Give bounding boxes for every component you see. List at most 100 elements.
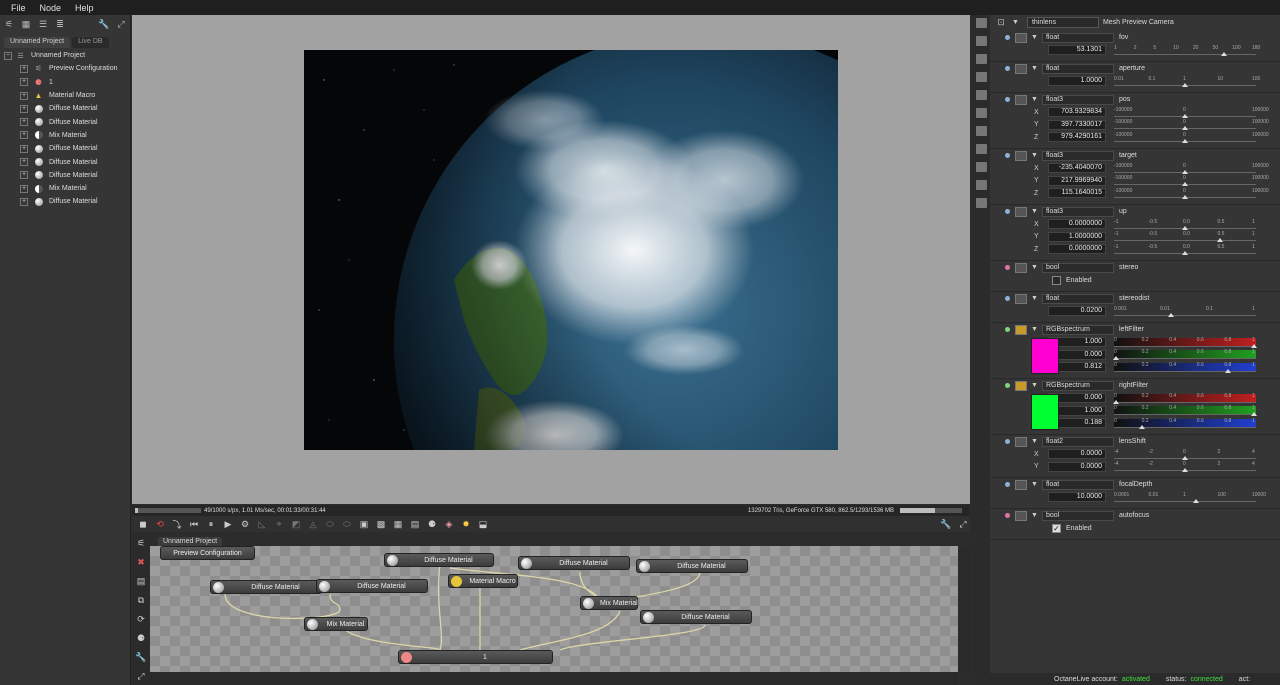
menu-node[interactable]: Node [33, 3, 69, 13]
node-preview-configuration[interactable]: Preview Configuration [160, 546, 255, 560]
reset-icon[interactable]: ⤵ [170, 518, 184, 530]
tree-item[interactable]: + ▲ Material Macro [4, 89, 130, 102]
expand-icon[interactable]: + [20, 171, 28, 180]
node-diffuse-material-6[interactable]: Diffuse Material [640, 610, 752, 624]
type-select[interactable]: float [1041, 293, 1114, 304]
slider-thumb[interactable] [1182, 194, 1188, 199]
value-field[interactable]: 0.0000 [1048, 461, 1106, 472]
light-icon[interactable]: ✸ [459, 518, 473, 530]
value-field[interactable]: 10.0000 [1048, 492, 1106, 503]
collapse-triangle-icon[interactable]: ▼ [1031, 96, 1038, 103]
slider-thumb[interactable] [1220, 51, 1227, 56]
collapse-triangle-icon[interactable]: ▼ [1031, 326, 1038, 333]
nodegraph-expand-icon[interactable]: ⤢ [134, 670, 148, 682]
node-diffuse-material-4[interactable]: Diffuse Material [210, 580, 322, 594]
value-slider[interactable]: 0.01 0.1 1 10 100 [1114, 76, 1260, 87]
type-select[interactable]: float [1041, 63, 1114, 74]
pin-dot[interactable] [1005, 35, 1010, 40]
value-slider[interactable]: -1 -0.5 0.0 0.5 1 [1114, 244, 1256, 255]
menu-help[interactable]: Help [68, 3, 101, 13]
collapse-icon[interactable]: − [4, 51, 12, 60]
collapse-triangle-icon[interactable]: ▼ [1031, 512, 1038, 519]
value-field[interactable]: 0.0000000 [1048, 244, 1106, 255]
slider-thumb[interactable] [1182, 82, 1188, 87]
tab-unnamed-project[interactable]: Unnamed Project [4, 37, 71, 48]
slider-thumb[interactable] [1182, 169, 1188, 174]
list-icon[interactable] [975, 54, 987, 64]
pin-dot[interactable] [1005, 265, 1010, 270]
value-slider[interactable]: -100000 0 100000 [1114, 175, 1269, 187]
slider-thumb[interactable] [1138, 424, 1145, 429]
slider-thumb[interactable] [1216, 238, 1223, 243]
slider-thumb[interactable] [1182, 126, 1188, 131]
settings-icon[interactable]: ⚙ [238, 518, 252, 530]
expand-icon[interactable]: + [20, 104, 28, 113]
expand-icon[interactable]: ⤢ [114, 18, 128, 30]
delete-node-icon[interactable]: ✖ [134, 556, 148, 568]
color-swatch[interactable] [1031, 394, 1059, 430]
node-type-icon[interactable] [1015, 436, 1027, 447]
node-type-icon[interactable] [1015, 150, 1027, 161]
node-type-icon[interactable] [1015, 63, 1027, 74]
curve-icon[interactable] [975, 90, 987, 100]
camera-node-icon[interactable]: ⚈ [134, 632, 148, 644]
value-field[interactable]: 115.1640015 [1048, 188, 1106, 199]
node-type-icon[interactable] [1015, 206, 1027, 217]
nodegraph-vertical-scrollbar[interactable] [958, 548, 970, 672]
value-field[interactable]: 703.9329834 [1048, 107, 1106, 118]
wb-icon[interactable]: ◬ [306, 518, 320, 530]
collapse-triangle-icon[interactable]: ▼ [1031, 65, 1038, 72]
channel-slider[interactable]: 0 0.2 0.4 0.6 0.8 1 [1113, 349, 1256, 361]
value-slider[interactable]: -100000 0 100000 [1114, 188, 1269, 199]
type-select[interactable]: RGBspectrum [1041, 324, 1114, 335]
node-diffuse-material-5[interactable]: Diffuse Material [316, 579, 428, 593]
pin-icon[interactable]: ⊡ [994, 16, 1008, 28]
value-slider[interactable]: -100000 0 100000 [1114, 107, 1269, 118]
refresh-icon[interactable]: ⟳ [134, 613, 148, 625]
collapse-triangle-icon[interactable]: ▼ [1031, 382, 1038, 389]
nodegraph-wrench-icon[interactable]: 🔧 [134, 651, 148, 663]
node-type-icon[interactable] [1015, 479, 1027, 490]
node-mix-material-2[interactable]: Mix Material [304, 617, 368, 631]
slider-thumb[interactable] [1182, 113, 1188, 118]
snapshot-icon[interactable]: ▤ [408, 518, 422, 530]
pin-dot[interactable] [1005, 97, 1010, 102]
value-field[interactable]: 0.0000000 [1048, 219, 1106, 230]
value-slider[interactable]: 1 2 5 10 20 50 100 180 [1114, 45, 1260, 56]
expand-icon[interactable]: + [20, 184, 28, 193]
layout-icon[interactable]: ▤ [134, 575, 148, 587]
graph-icon[interactable]: ⚟ [134, 537, 148, 549]
tree-item[interactable]: + Diffuse Material [4, 142, 130, 155]
channel-slider[interactable]: 0 0.2 0.4 0.6 0.8 1 [1113, 393, 1256, 404]
channel-slider[interactable]: 0 0.2 0.4 0.6 0.8 1 [1114, 418, 1256, 429]
inspector-icon[interactable] [975, 18, 987, 28]
value-field[interactable]: 53.1301 [1048, 45, 1106, 56]
value-slider[interactable]: -4 -2 0 2 4 [1114, 461, 1256, 473]
tree-item[interactable]: + Diffuse Material [4, 102, 130, 115]
slider-thumb[interactable] [1251, 343, 1257, 348]
value-slider[interactable]: -100000 0 100000 [1114, 132, 1269, 143]
pin-dot[interactable] [1005, 153, 1010, 158]
type-select[interactable]: float [1041, 479, 1114, 490]
type-select[interactable]: float3 [1041, 206, 1114, 217]
camera-icon[interactable]: ⚈ [425, 518, 439, 530]
collapse-triangle-icon[interactable]: ▼ [1031, 295, 1038, 302]
expand-icon[interactable]: + [20, 118, 28, 127]
stop-icon[interactable]: ◼ [136, 518, 150, 530]
expand-icon[interactable]: + [20, 131, 28, 140]
node-type-icon[interactable] [1015, 293, 1027, 304]
tree-item[interactable]: + ⚟ Preview Configuration [4, 62, 130, 75]
menu-file[interactable]: File [4, 3, 33, 13]
collapse-triangle-icon[interactable]: ▼ [1031, 264, 1038, 271]
node-mix-material-1[interactable]: Mix Material [580, 596, 638, 610]
type-select[interactable]: float3 [1041, 94, 1114, 105]
fit-icon[interactable]: ▣ [357, 518, 371, 530]
node-render-target[interactable]: 1 [398, 650, 553, 664]
pin-dot[interactable] [1005, 513, 1010, 518]
slider-thumb[interactable] [1182, 455, 1188, 460]
slider-thumb[interactable] [1182, 138, 1188, 143]
stack-icon[interactable] [975, 126, 987, 136]
slider-thumb[interactable] [1182, 225, 1188, 230]
slider-thumb[interactable] [1182, 182, 1188, 187]
node-type-icon[interactable] [1015, 324, 1027, 335]
